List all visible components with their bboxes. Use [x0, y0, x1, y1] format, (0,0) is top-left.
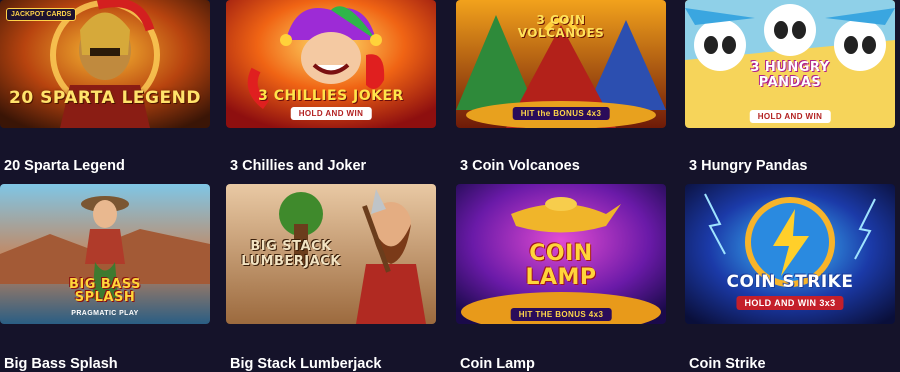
game-grid: 20 SPARTA LEGEND JACKPOT CARDS 20 Sparta… [0, 0, 900, 372]
game-title[interactable]: Big Stack Lumberjack [230, 356, 382, 372]
hold-and-win-badge: HOLD AND WIN [749, 110, 831, 123]
game-title[interactable]: 3 Hungry Pandas [689, 158, 807, 174]
game-title[interactable]: 20 Sparta Legend [4, 158, 125, 174]
game-thumbnail[interactable]: 3 HUNGRY PANDAS HOLD AND WIN [685, 0, 895, 128]
game-logo: BIG STACK LUMBERJACK [241, 239, 341, 269]
pragmatic-play-label: PRAGMATIC PLAY [71, 310, 139, 317]
game-thumbnail[interactable]: BIG STACK LUMBERJACK [226, 184, 436, 324]
game-thumbnail[interactable]: COIN LAMP HIT THE BONUS 4x3 [456, 184, 666, 324]
hold-and-win-badge: HOLD AND WIN [290, 107, 372, 120]
game-thumbnail[interactable]: 20 SPARTA LEGEND JACKPOT CARDS [0, 0, 210, 128]
hit-the-bonus-badge: HIT the BONUS 4x3 [512, 107, 610, 120]
game-title[interactable]: 3 Chillies and Joker [230, 158, 366, 174]
game-logo: BIG BASS SPLASH [68, 277, 142, 305]
hold-and-win-badge: HOLD AND WIN 3x3 [736, 296, 844, 310]
game-thumbnail[interactable]: 3 COIN VOLCANOES HIT the BONUS 4x3 [456, 0, 666, 128]
game-logo: 3 COIN VOLCANOES [517, 13, 605, 40]
hit-the-bonus-badge: HIT THE BONUS 4x3 [510, 308, 612, 321]
game-logo: COIN LAMP [525, 241, 597, 290]
game-logo: 3 HUNGRY PANDAS [750, 60, 830, 90]
game-logo: 3 CHILLIES JOKER [258, 88, 404, 104]
game-thumbnail[interactable]: BIG BASS SPLASH PRAGMATIC PLAY [0, 184, 210, 324]
game-title[interactable]: Big Bass Splash [4, 356, 118, 372]
game-title[interactable]: 3 Coin Volcanoes [460, 158, 580, 174]
game-logo: 20 SPARTA LEGEND [9, 88, 201, 108]
game-thumbnail[interactable]: COIN STRIKE HOLD AND WIN 3x3 [685, 184, 895, 324]
game-title[interactable]: Coin Strike [689, 356, 766, 372]
game-title[interactable]: Coin Lamp [460, 356, 535, 372]
jackpot-cards-badge: JACKPOT CARDS [6, 8, 77, 21]
game-thumbnail[interactable]: 3 CHILLIES JOKER HOLD AND WIN [226, 0, 436, 128]
game-logo: COIN STRIKE [726, 272, 854, 292]
